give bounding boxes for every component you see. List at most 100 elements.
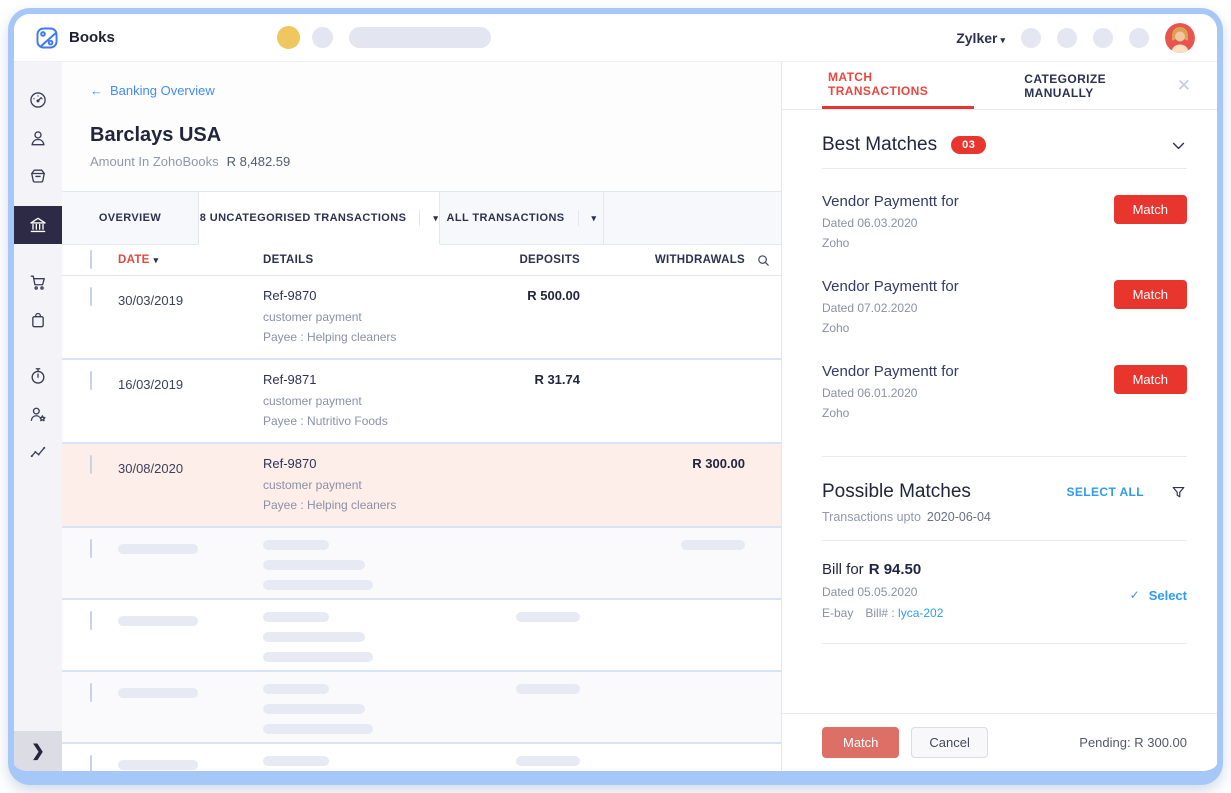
possible-matches-subtitle: Transactions upto2020-06-04	[822, 510, 1187, 524]
row-checkbox[interactable]	[90, 455, 92, 474]
transaction-ref: Ref-9870	[263, 288, 460, 303]
table-row-loading	[62, 672, 781, 744]
sidebar-item-contacts[interactable]	[14, 120, 62, 156]
select-all-link[interactable]: SELECT ALL	[1066, 485, 1144, 499]
close-icon[interactable]: ✕	[1177, 77, 1191, 94]
table-row[interactable]: 30/03/2019 Ref-9870 customer payment Pay…	[62, 276, 781, 360]
column-header-date[interactable]: DATE▾	[118, 254, 263, 266]
cell-withdrawal	[580, 288, 745, 350]
match-item-title[interactable]: Vendor Paymentt for	[822, 363, 959, 380]
sidebar-item-time-tracking[interactable]	[14, 358, 62, 394]
bill-number-label: Bill# :	[865, 606, 894, 620]
transaction-type: customer payment	[263, 478, 460, 492]
match-item-title[interactable]: Vendor Paymentt for	[822, 278, 959, 295]
bill-number-link[interactable]: lyca-202	[898, 606, 943, 620]
possible-matches-header: Possible Matches SELECT ALL	[822, 457, 1187, 503]
sidebar-item-purchases[interactable]	[14, 302, 62, 338]
balance-label: Amount In ZohoBooks	[90, 154, 219, 169]
sidebar-item-sales[interactable]	[14, 264, 62, 300]
avatar[interactable]	[1165, 23, 1195, 53]
select-bill-button[interactable]: ✓ Select	[1130, 563, 1187, 627]
row-checkbox[interactable]	[90, 755, 92, 771]
panel-tabs: MATCH TRANSACTIONS CATEGORIZE MANUALLY ✕	[782, 62, 1217, 110]
match-item-vendor: Zoho	[822, 236, 959, 250]
chevron-down-icon: ▾	[1000, 35, 1005, 45]
chevron-down-icon[interactable]: ▾	[578, 210, 597, 226]
bill-title-prefix: Bill for	[822, 561, 864, 578]
topbar-icon-button-1[interactable]	[1021, 28, 1041, 48]
chevron-right-icon: ❯	[31, 741, 44, 761]
app-logo[interactable]: Books	[34, 25, 115, 51]
items-basket-icon	[28, 166, 48, 186]
cell-date: 16/03/2019	[118, 372, 263, 434]
best-matches-count-badge: 03	[951, 136, 986, 154]
bill-vendor-line: E-bayBill# : lyca-202	[822, 606, 943, 620]
table-row-selected[interactable]: 30/08/2020 Ref-9870 customer payment Pay…	[62, 444, 781, 528]
sidebar-item-banking[interactable]	[14, 206, 62, 244]
topbar-icon-button-2[interactable]	[1057, 28, 1077, 48]
column-header-details: DETAILS	[263, 254, 460, 266]
sidebar-item-items[interactable]	[14, 158, 62, 194]
transaction-payee: Payee : Helping cleaners	[263, 498, 460, 512]
back-arrow-icon: ←	[90, 83, 103, 98]
match-item: Vendor Paymentt for Dated 06.03.2020 Zoh…	[822, 193, 1187, 256]
bill-title[interactable]: Bill forR 94.50	[822, 561, 943, 578]
app-window: Books Zylker▾	[8, 8, 1223, 785]
sidebar-item-reports[interactable]	[14, 434, 62, 470]
table-row-loading	[62, 528, 781, 600]
transactions-table: 30/03/2019 Ref-9870 customer payment Pay…	[62, 276, 781, 771]
collapse-section-button[interactable]	[1170, 137, 1187, 154]
row-checkbox[interactable]	[90, 611, 92, 630]
match-item-title[interactable]: Vendor Paymentt for	[822, 193, 959, 210]
header-label: WITHDRAWALS	[655, 254, 745, 266]
row-checkbox[interactable]	[90, 287, 92, 306]
cell-details: Ref-9870 customer payment Payee : Helpin…	[263, 288, 460, 350]
purchases-bag-icon	[28, 310, 48, 330]
row-checkbox[interactable]	[90, 371, 92, 390]
tab-overview[interactable]: OVERVIEW	[62, 192, 198, 245]
back-link-label: Banking Overview	[110, 83, 215, 98]
search-bar-placeholder[interactable]	[349, 27, 491, 48]
match-button[interactable]: Match	[1114, 280, 1187, 309]
transaction-payee: Payee : Helping cleaners	[263, 330, 460, 344]
transaction-ref: Ref-9871	[263, 372, 460, 387]
filter-button[interactable]	[1170, 484, 1187, 501]
footer-cancel-button[interactable]: Cancel	[911, 727, 987, 758]
match-item-vendor: Zoho	[822, 321, 959, 335]
footer-match-button[interactable]: Match	[822, 727, 899, 758]
row-checkbox[interactable]	[90, 683, 92, 702]
topbar-circle-button[interactable]	[312, 27, 333, 48]
divider	[822, 643, 1187, 644]
reports-trend-icon	[28, 442, 48, 462]
topbar-icon-button-4[interactable]	[1129, 28, 1149, 48]
tab-all-transactions[interactable]: ALL TRANSACTIONS▾	[440, 192, 604, 245]
tab-match-transactions[interactable]: MATCH TRANSACTIONS	[822, 62, 974, 109]
sidebar-item-accountant[interactable]	[14, 396, 62, 432]
chevron-down-icon[interactable]: ▾	[419, 210, 438, 226]
header-label: DETAILS	[263, 254, 313, 266]
subtitle-label: Transactions upto	[822, 510, 921, 524]
back-to-banking-overview-link[interactable]: ← Banking Overview	[90, 83, 215, 98]
sales-cart-icon	[28, 272, 48, 292]
table-row[interactable]: 16/03/2019 Ref-9871 customer payment Pay…	[62, 360, 781, 444]
select-all-checkbox[interactable]	[90, 250, 92, 269]
sidebar-expand-button[interactable]: ❯	[14, 731, 62, 771]
account-header: ←Banking Overview Barclays USA Amount In…	[62, 62, 781, 191]
best-matches-header: Best Matches 03	[822, 110, 1187, 156]
sidebar-item-dashboard[interactable]	[14, 82, 62, 118]
balance-value: R 8,482.59	[227, 154, 291, 169]
table-search-button[interactable]	[745, 253, 781, 268]
tab-uncategorised-transactions[interactable]: 8 UNCATEGORISED TRANSACTIONS▾	[198, 192, 440, 245]
org-switcher[interactable]: Zylker▾	[956, 30, 1005, 46]
header-label: DEPOSITS	[519, 254, 580, 266]
notification-dot[interactable]	[277, 26, 300, 49]
match-button[interactable]: Match	[1114, 195, 1187, 224]
tab-categorize-manually[interactable]: CATEGORIZE MANUALLY	[1018, 62, 1177, 109]
match-button[interactable]: Match	[1114, 365, 1187, 394]
banking-icon	[28, 215, 48, 235]
topbar-icon-button-3[interactable]	[1093, 28, 1113, 48]
topbar-center	[277, 26, 491, 49]
org-name: Zylker	[956, 30, 997, 46]
timer-icon	[28, 366, 48, 386]
row-checkbox[interactable]	[90, 539, 92, 558]
